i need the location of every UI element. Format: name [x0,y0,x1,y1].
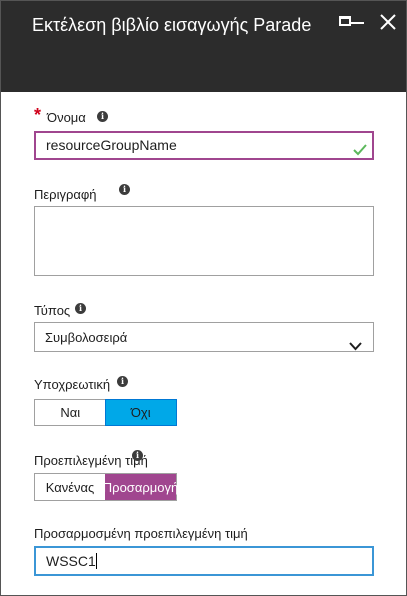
name-input[interactable]: resourceGroupName [34,131,374,160]
default-option-custom[interactable]: Προσαρμογή [103,474,178,500]
type-label: Τύπος [34,303,71,318]
required-marker: * [34,105,42,125]
mandatory-label: Υποχρεωτική [34,377,111,392]
default-value-toggle: Κανένας Προσαρμογή [34,473,178,501]
info-icon[interactable]: i [119,184,130,195]
type-selected-value: Συμβολοσειρά [45,330,128,345]
default-option-none[interactable]: Κανένας [35,474,105,500]
info-icon[interactable]: i [132,450,143,461]
blade-title: Εκτέλεση βιβλίο εισαγωγής Parade [32,15,312,35]
description-textarea[interactable] [34,206,374,276]
info-icon[interactable]: i [75,303,86,314]
type-dropdown[interactable]: Συμβολοσειρά [34,322,374,352]
info-icon[interactable]: i [117,376,128,387]
default-value-label: Προεπιλεγμένη τιμή [34,453,148,468]
description-label: Περιγραφή [34,187,97,202]
parameter-blade: Εκτέλεση βιβλίο εισαγωγής Parade * Όνομα… [0,0,407,596]
mandatory-toggle: Ναι Όχι [34,399,177,426]
checkmark-icon [353,139,367,164]
name-input-value: resourceGroupName [46,137,177,153]
text-caret [95,553,97,569]
mandatory-option-no[interactable]: Όχι [104,399,177,426]
close-icon[interactable] [377,11,399,33]
mandatory-option-yes[interactable]: Ναι [35,400,106,425]
minimize-icon[interactable] [349,11,371,33]
custom-default-input[interactable]: WSSC1 [34,546,374,576]
blade-header: Εκτέλεση βιβλίο εισαγωγής Parade [1,1,406,92]
custom-default-value: WSSC1 [46,553,96,569]
name-label: Όνομα [47,110,86,125]
info-icon[interactable]: i [97,111,108,122]
custom-default-label: Προσαρμοσμένη προεπιλεγμένη τιμή [34,526,248,541]
chevron-down-icon [349,332,362,362]
